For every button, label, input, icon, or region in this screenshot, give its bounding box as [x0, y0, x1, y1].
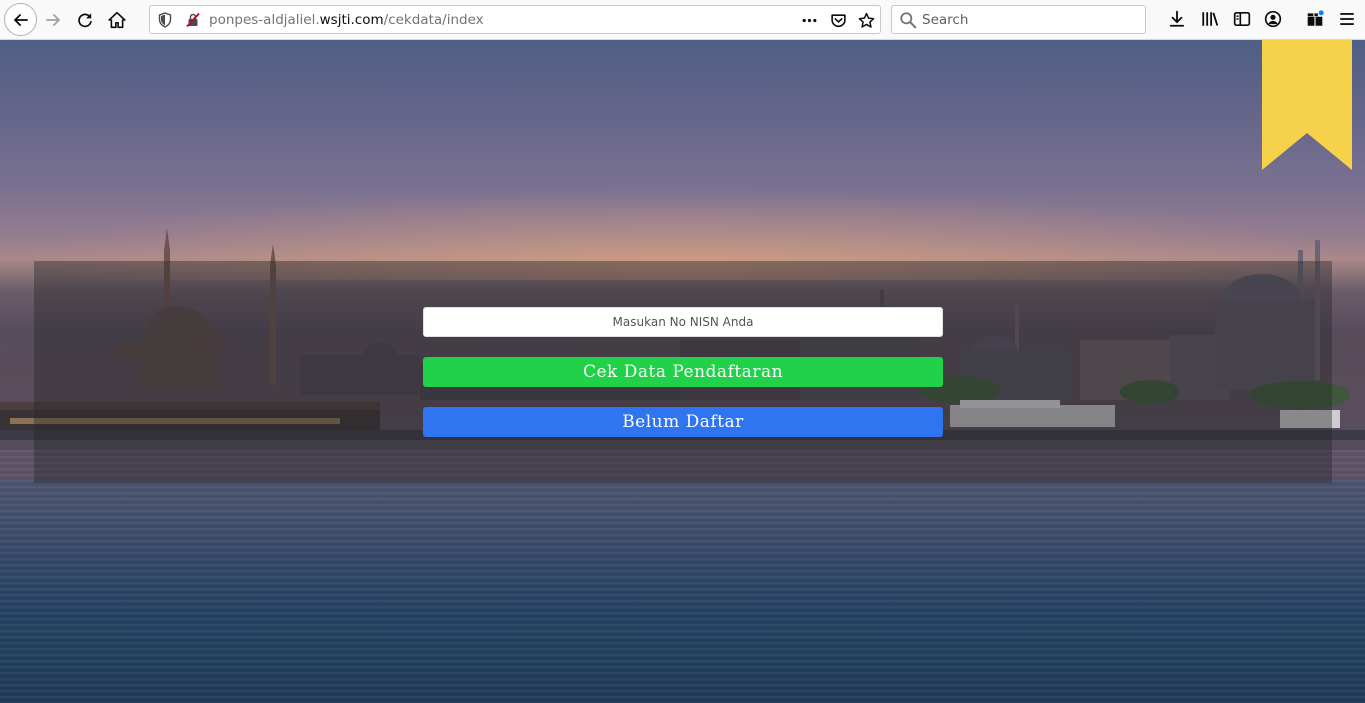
url-path: /cekdata/index	[383, 12, 484, 28]
home-icon	[108, 11, 126, 29]
back-button[interactable]	[4, 3, 37, 36]
download-icon[interactable]	[1166, 8, 1188, 30]
check-registration-label: Cek Data Pendaftaran	[582, 362, 784, 382]
extensions-icon[interactable]	[1304, 8, 1326, 30]
water-background	[0, 450, 1365, 703]
check-registration-button[interactable]: Cek Data Pendaftaran	[423, 357, 943, 387]
reload-button[interactable]	[70, 5, 100, 35]
insecure-connection-icon[interactable]	[184, 11, 202, 29]
back-arrow-icon	[13, 13, 28, 26]
shield-icon[interactable]	[156, 11, 174, 29]
url-prefix: ponpes-aldjaliel.	[209, 12, 320, 28]
account-icon[interactable]	[1262, 8, 1284, 30]
browser-toolbar: ponpes-aldjaliel.wsjti.com/cekdata/index	[0, 0, 1365, 40]
forward-button[interactable]	[38, 5, 68, 35]
library-icon[interactable]	[1199, 8, 1221, 30]
not-registered-label: Belum Daftar	[622, 412, 744, 432]
hamburger-menu-icon[interactable]	[1336, 8, 1358, 30]
not-registered-button[interactable]: Belum Daftar	[423, 407, 943, 437]
url-host: wsjti.com	[319, 12, 384, 28]
address-bar[interactable]: ponpes-aldjaliel.wsjti.com/cekdata/index	[149, 5, 881, 34]
star-icon[interactable]	[855, 10, 877, 30]
forward-arrow-icon	[46, 13, 61, 27]
search-input[interactable]	[922, 9, 1137, 30]
form-panel: Cek Data Pendaftaran Belum Daftar	[34, 261, 1332, 483]
sidebar-icon[interactable]	[1231, 8, 1253, 30]
url-text[interactable]: ponpes-aldjaliel.wsjti.com/cekdata/index	[209, 12, 484, 28]
bookmark-ribbon	[1262, 40, 1352, 170]
reload-icon	[78, 13, 92, 28]
search-icon	[900, 12, 917, 29]
home-button[interactable]	[102, 5, 132, 35]
page-background: Cek Data Pendaftaran Belum Daftar	[0, 40, 1365, 703]
nisn-input[interactable]	[423, 307, 943, 337]
search-bar[interactable]	[891, 5, 1146, 34]
more-dots-icon[interactable]	[798, 10, 820, 30]
pocket-icon[interactable]	[827, 10, 849, 30]
